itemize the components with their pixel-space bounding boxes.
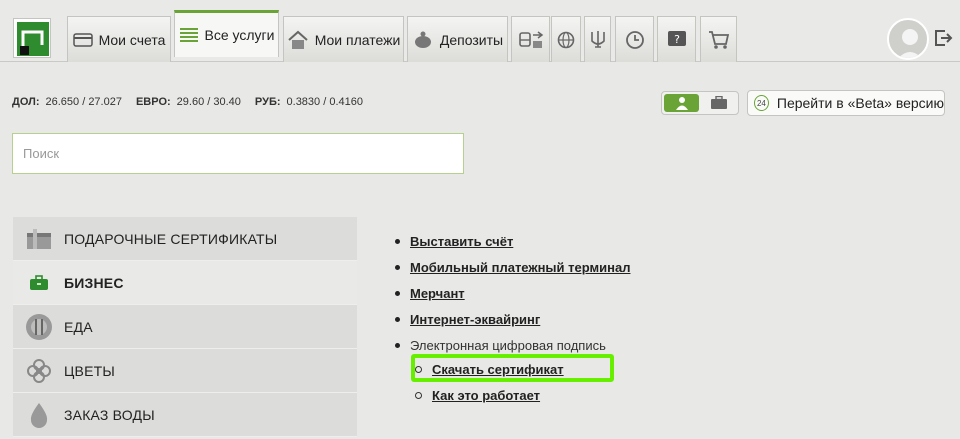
category-business[interactable]: БИЗНЕС [13,261,357,305]
business-services-list: Выставить счёт Мобильный платежный терми… [395,228,630,403]
tab-label: Депозиты [439,31,504,48]
internet-acquiring-link[interactable]: Интернет-эквайринг [410,312,540,327]
tab-my-payments[interactable]: Мои платежи [283,16,404,62]
tab-label: Все услуги [204,27,275,43]
food-icon [13,313,64,341]
download-certificate-link[interactable]: Скачать сертификат [432,362,564,377]
list-item: Мерчант [395,280,630,306]
invoice-link[interactable]: Выставить счёт [410,234,513,249]
piggy-bank-icon [414,31,431,48]
help-icon: ? [667,30,686,46]
briefcase-icon [13,274,64,291]
rate-eur: ЕВРО: 29.60 / 30.40 [135,96,241,108]
beta-version-button[interactable]: 24 Перейти в «Beta» версию [747,90,945,116]
privatbank-logo[interactable] [13,18,51,58]
beta-label: Перейти в «Beta» версию [776,95,944,111]
tab-globe[interactable] [551,16,581,62]
category-label: ЕДА [64,318,93,335]
cart-icon [708,30,729,49]
category-food[interactable]: ЕДА [13,305,357,349]
support-24-icon: 24 [754,95,769,111]
trident-icon [590,30,605,48]
digital-signature-label: Электронная цифровая подпись [410,337,606,353]
transport-icon [518,30,543,48]
list-item: Скачать сертификат [415,356,564,382]
globe-icon [557,31,575,48]
business-toggle[interactable] [701,94,736,112]
person-icon [675,97,688,110]
logout-icon[interactable] [933,28,953,48]
digital-signature-sublist: Скачать сертификат Как это работает [415,356,564,408]
tab-state-services[interactable] [584,16,611,62]
category-label: ЦВЕТЫ [64,362,115,379]
tab-label: Мои счета [98,31,166,48]
tab-transport[interactable] [511,16,550,62]
list-item: Мобильный платежный терминал [395,254,630,280]
list-item: Интернет-эквайринг [395,306,630,332]
rate-rub: РУБ: 0.3830 / 0.4160 [254,96,363,108]
list-icon [179,28,198,42]
personal-toggle[interactable] [664,94,699,112]
list-item: Как это работает [415,382,564,408]
category-flowers[interactable]: ЦВЕТЫ [13,349,357,393]
list-item: Выставить счёт [395,228,630,254]
user-avatar[interactable] [887,18,929,60]
rate-usd: ДОЛ: 26.650 / 27.027 [12,96,122,108]
tab-help[interactable]: ? [657,16,696,62]
mobile-terminal-link[interactable]: Мобильный платежный терминал [410,260,630,275]
briefcase-icon [710,96,727,109]
category-gift-certificates[interactable]: ПОДАРОЧНЫЕ СЕРТИФИКАТЫ [13,217,357,261]
water-drop-icon [13,401,64,429]
search-input[interactable] [12,133,464,174]
gift-card-icon [13,227,64,251]
clock-icon [625,30,644,49]
how-it-works-link[interactable]: Как это работает [432,388,540,403]
flower-icon [13,357,64,385]
tab-deposits[interactable]: Депозиты [407,16,508,62]
tab-label: Мои платежи [314,31,401,48]
category-water-order[interactable]: ЗАКАЗ ВОДЫ [13,393,357,437]
category-label: ЗАКАЗ ВОДЫ [64,406,155,423]
tab-shop[interactable] [700,16,737,62]
category-label: БИЗНЕС [64,274,124,291]
merchant-link[interactable]: Мерчант [410,286,465,301]
tab-all-services[interactable]: Все услуги [174,10,279,57]
svg-text:?: ? [674,33,680,46]
top-navigation: Мои счета Все услуги Мои платежи Депозит… [0,0,960,62]
category-label: ПОДАРОЧНЫЕ СЕРТИФИКАТЫ [64,230,278,247]
tab-time[interactable] [615,16,654,62]
card-icon [72,32,93,47]
tab-my-accounts[interactable]: Мои счета [67,16,171,62]
list-item: Электронная цифровая подпись [395,332,630,358]
category-list: ПОДАРОЧНЫЕ СЕРТИФИКАТЫ БИЗНЕС ЕДА ЦВЕТЫ … [13,217,357,437]
home-icon [288,30,308,49]
exchange-rates: ДОЛ: 26.650 / 27.027 ЕВРО: 29.60 / 30.40 Р… [12,96,363,108]
account-type-switch[interactable] [661,91,739,115]
